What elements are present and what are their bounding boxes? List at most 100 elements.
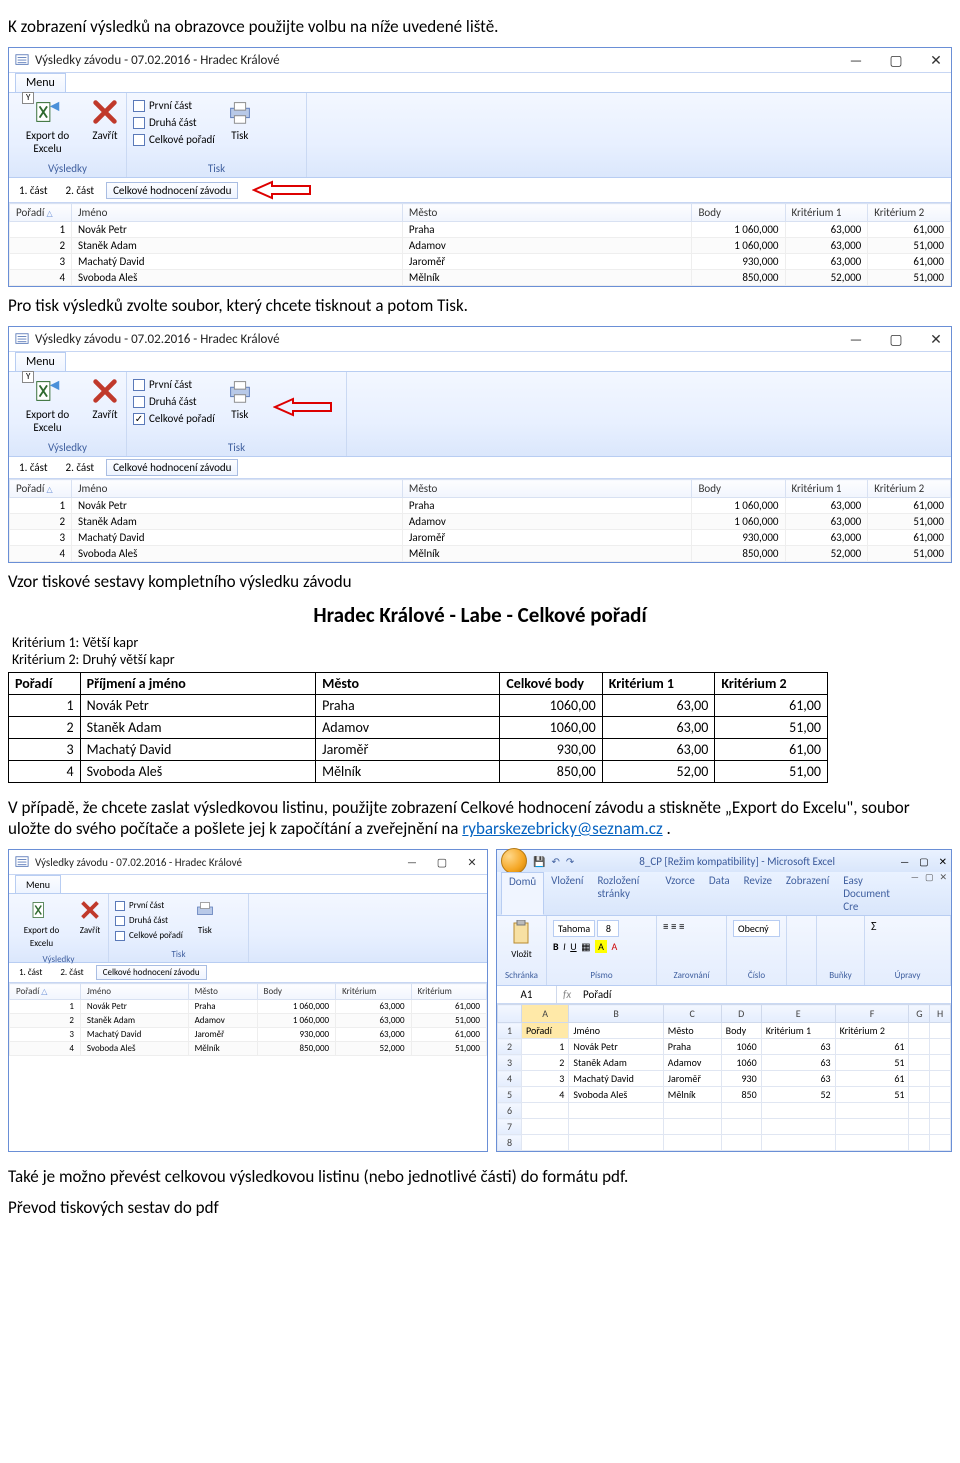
col-header[interactable]: F — [835, 1005, 909, 1023]
sheet-row[interactable]: 43Machatý DavidJaroměř9306361 — [498, 1071, 951, 1087]
check-prvni-cast[interactable]: První část — [115, 900, 183, 911]
font-size[interactable]: 8 — [597, 920, 619, 937]
maximize-button[interactable]: ▢ — [887, 331, 905, 348]
excel-tab[interactable]: Vzorce — [658, 872, 702, 915]
excel-tab[interactable]: Revize — [737, 872, 779, 915]
excel-sheet[interactable]: ABCDEFGH 1PořadíJménoMěstoBodyKritérium … — [497, 1004, 951, 1151]
sheet-row[interactable]: 32Staněk AdamAdamov10606351 — [498, 1055, 951, 1071]
tisk-button[interactable]: Tisk — [225, 97, 255, 142]
excel-tab[interactable]: Zobrazení — [779, 872, 836, 915]
fillcolor-button[interactable]: A — [595, 940, 607, 953]
col-header[interactable]: H — [930, 1005, 951, 1023]
check-druha-cast[interactable]: Druhá část — [133, 395, 215, 408]
close-results-button[interactable]: Zavřít — [90, 97, 120, 142]
italic-button[interactable]: I — [563, 940, 566, 953]
sheet-row[interactable]: 54Svoboda AlešMělník8505251 — [498, 1087, 951, 1103]
minimize-button[interactable]: — — [900, 855, 909, 868]
export-excel-button[interactable]: Export do Excelu — [15, 376, 80, 434]
menu-tab[interactable]: Menu — [15, 875, 61, 893]
check-celkove-poradi[interactable]: Celkové pořadí — [133, 412, 215, 425]
email-link[interactable]: rybarskezebricky@seznam.cz — [462, 818, 662, 839]
table-row[interactable]: 4Svoboda AlešMělník850,00052,00051,000 — [10, 1042, 487, 1056]
table-row[interactable]: 1Novák PetrPraha1 060,00063,00061,000 — [10, 222, 951, 238]
minimize-button[interactable]: — — [403, 856, 421, 869]
sheet-row[interactable]: 8 — [498, 1135, 951, 1151]
subtab-1[interactable]: 1. část — [13, 460, 54, 475]
table-row[interactable]: 2Staněk AdamAdamov1 060,00063,00051,000 — [10, 514, 951, 530]
table-row[interactable]: 3Machatý DavidJaroměř930,00063,00061,000 — [10, 530, 951, 546]
check-prvni-cast[interactable]: První část — [133, 378, 215, 391]
table-row[interactable]: 2Staněk AdamAdamov1 060,00063,00051,000 — [10, 1014, 487, 1028]
bold-button[interactable]: B — [553, 940, 559, 953]
col-header[interactable]: D — [721, 1005, 761, 1023]
col-mesto[interactable]: Město — [402, 204, 692, 222]
check-prvni-cast[interactable]: První část — [133, 99, 215, 112]
subtab-2[interactable]: 2. část — [60, 460, 101, 475]
menu-tab[interactable]: Menu Y — [15, 352, 66, 371]
align-center-button[interactable]: ≡ — [671, 920, 676, 933]
table-row[interactable]: 1Novák PetrPraha1 060,00063,00061,000 — [10, 498, 951, 514]
table-row[interactable]: 4Svoboda AlešMělník850,00052,00051,000 — [10, 546, 951, 562]
doc-close[interactable]: ✕ — [939, 872, 947, 915]
close-button[interactable]: ✕ — [927, 331, 945, 348]
subtab-1[interactable]: 1. část — [13, 183, 54, 198]
tisk-button[interactable]: Tisk — [193, 898, 217, 937]
check-druha-cast[interactable]: Druhá část — [115, 915, 183, 926]
fx-icon[interactable]: fx — [557, 986, 577, 1003]
close-button[interactable]: ✕ — [939, 855, 947, 868]
subtab-celkove[interactable]: Celkové hodnocení závodu — [96, 965, 207, 980]
col-header[interactable]: C — [663, 1005, 721, 1023]
number-format[interactable]: Obecný — [733, 920, 780, 937]
name-box[interactable]: A1 — [497, 986, 557, 1003]
table-row[interactable]: 2Staněk AdamAdamov1 060,00063,00051,000 — [10, 238, 951, 254]
export-excel-button[interactable]: Export do Excelu — [15, 898, 68, 950]
col-poradi[interactable]: Pořadí△ — [10, 204, 72, 222]
font-select[interactable]: Tahoma — [553, 920, 595, 937]
col-header[interactable]: B — [569, 1005, 663, 1023]
qa-redo-icon[interactable]: ↷ — [566, 855, 574, 868]
table-row[interactable]: 4Svoboda AlešMělník850,00052,00051,000 — [10, 270, 951, 286]
sheet-row[interactable]: 7 — [498, 1119, 951, 1135]
menu-tab[interactable]: Menu Y — [15, 73, 66, 92]
doc-minimize[interactable]: — — [911, 872, 919, 915]
align-right-button[interactable]: ≡ — [679, 920, 684, 933]
fontcolor-button[interactable]: A — [611, 940, 617, 953]
export-excel-button[interactable]: Export do Excelu — [15, 97, 80, 155]
col-k1[interactable]: Kritérium 1 — [785, 204, 868, 222]
maximize-button[interactable]: ▢ — [433, 856, 451, 869]
sheet-row[interactable]: 6 — [498, 1103, 951, 1119]
col-body[interactable]: Body — [692, 204, 785, 222]
minimize-button[interactable]: — — [847, 52, 865, 69]
align-left-button[interactable]: ≡ — [663, 920, 668, 933]
excel-tab[interactable]: Easy Document Cre — [836, 872, 911, 915]
subtab-celkove[interactable]: Celkové hodnocení závodu — [106, 182, 238, 199]
col-k2[interactable]: Kritérium 2 — [868, 204, 951, 222]
paste-button[interactable]: Vložit — [503, 920, 540, 960]
office-orb-icon[interactable] — [501, 848, 527, 874]
close-results-button[interactable]: Zavřít — [90, 376, 120, 421]
excel-tab[interactable]: Domů — [501, 872, 544, 915]
check-celkove-poradi[interactable]: Celkové pořadí — [115, 930, 183, 941]
close-button[interactable]: ✕ — [463, 856, 481, 869]
sheet-row[interactable]: 21Novák PetrPraha10606361 — [498, 1039, 951, 1055]
doc-restore[interactable]: ▢ — [925, 872, 934, 915]
excel-tab[interactable]: Vložení — [544, 872, 590, 915]
maximize-button[interactable]: ▢ — [887, 52, 905, 69]
close-button[interactable]: ✕ — [927, 52, 945, 69]
qa-save-icon[interactable]: 💾 — [533, 855, 545, 868]
border-button[interactable]: ▦ — [581, 940, 590, 953]
subtab-celkove[interactable]: Celkové hodnocení závodu — [106, 459, 238, 476]
col-header[interactable]: G — [909, 1005, 930, 1023]
col-header[interactable]: A — [522, 1005, 569, 1023]
maximize-button[interactable]: ▢ — [919, 855, 928, 868]
check-celkove-poradi[interactable]: Celkové pořadí — [133, 133, 215, 146]
subtab-2[interactable]: 2. část — [54, 966, 89, 979]
col-header[interactable]: E — [761, 1005, 835, 1023]
qa-undo-icon[interactable]: ↶ — [551, 855, 559, 868]
check-druha-cast[interactable]: Druhá část — [133, 116, 215, 129]
sheet-row[interactable]: 1PořadíJménoMěstoBodyKritérium 1Kritériu… — [498, 1023, 951, 1039]
minimize-button[interactable]: — — [847, 331, 865, 348]
tisk-button[interactable]: Tisk — [225, 376, 255, 421]
autosum-button[interactable]: Σ — [871, 920, 877, 934]
underline-button[interactable]: U — [570, 940, 576, 953]
